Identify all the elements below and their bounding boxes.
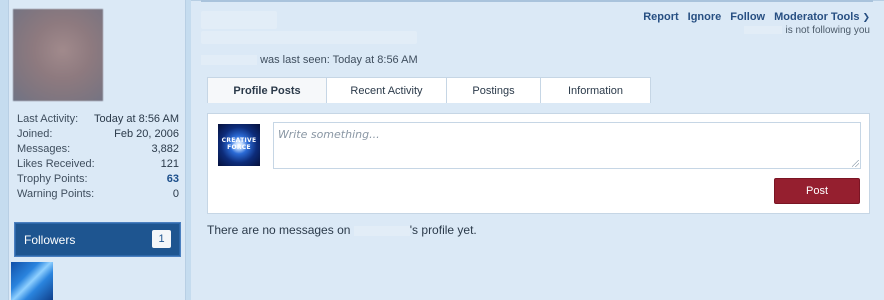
- follow-link[interactable]: Follow: [730, 11, 765, 23]
- trophy-points-link[interactable]: 63: [167, 172, 179, 187]
- moderator-tools-label: Moderator Tools: [774, 11, 860, 23]
- stat-joined: Joined: Feb 20, 2006: [17, 127, 179, 142]
- top-divider: [201, 0, 873, 2]
- user-actions: Report Ignore Follow Moderator Tools ❯: [643, 11, 870, 23]
- profile-post-placeholder: Write something...: [278, 128, 380, 141]
- tab-profile-posts[interactable]: Profile Posts: [207, 77, 327, 103]
- user-title-blurred: [201, 31, 417, 44]
- stat-label: Joined:: [17, 128, 53, 140]
- resize-grip-icon[interactable]: [852, 160, 859, 167]
- stat-label: Warning Points:: [17, 188, 95, 200]
- last-seen: was last seen: Today at 8:56 AM: [201, 54, 418, 66]
- profile-avatar[interactable]: [13, 9, 103, 101]
- stat-value: Feb 20, 2006: [114, 128, 179, 140]
- ignore-link[interactable]: Ignore: [688, 11, 722, 23]
- username-blurred: [201, 11, 277, 29]
- tab-information[interactable]: Information: [540, 77, 651, 103]
- stat-likes-received: Likes Received: 121: [17, 157, 179, 172]
- stat-value: Today at 8:56 AM: [94, 113, 179, 125]
- stat-label: Trophy Points:: [17, 173, 88, 185]
- stat-warning-points: Warning Points: 0: [17, 187, 179, 202]
- stat-last-activity: Last Activity: Today at 8:56 AM: [17, 112, 179, 127]
- profile-post-input[interactable]: Write something...: [273, 122, 861, 169]
- last-seen-text: was last seen:: [260, 54, 330, 66]
- follower-avatar[interactable]: [11, 262, 53, 300]
- profile-tabs: Profile Posts Recent Activity Postings I…: [207, 77, 651, 103]
- stat-label: Messages:: [17, 143, 71, 155]
- not-following-text: is not following you: [785, 25, 871, 36]
- stat-label: Last Activity:: [17, 113, 79, 125]
- avatar-logo-text: CREATIVE FORCE: [221, 137, 257, 151]
- report-link[interactable]: Report: [643, 11, 678, 23]
- chevron-down-icon: ❯: [862, 12, 870, 22]
- follow-status: is not following you: [743, 25, 871, 36]
- no-messages-notice: There are no messages on 's profile yet.: [207, 223, 477, 237]
- tab-recent-activity[interactable]: Recent Activity: [326, 77, 447, 103]
- profile-stats: Last Activity: Today at 8:56 AM Joined: …: [17, 112, 179, 202]
- tab-postings[interactable]: Postings: [446, 77, 541, 103]
- stat-value: 3,882: [151, 143, 179, 155]
- last-seen-time: Today at 8:56 AM: [332, 54, 418, 66]
- post-button[interactable]: Post: [774, 178, 860, 204]
- username-blurred: [743, 26, 782, 35]
- stat-messages: Messages: 3,882: [17, 142, 179, 157]
- username-blurred: [353, 225, 410, 236]
- stat-value: 0: [172, 188, 179, 200]
- followers-header[interactable]: Followers 1: [14, 222, 181, 257]
- profile-post-form: CREATIVE FORCE Write something... Post: [207, 113, 870, 214]
- stat-trophy-points: Trophy Points: 63: [17, 172, 179, 187]
- stat-value: 121: [160, 158, 179, 170]
- profile-sidebar: Last Activity: Today at 8:56 AM Joined: …: [8, 0, 186, 300]
- followers-count-badge: 1: [152, 230, 171, 248]
- followers-title: Followers: [24, 233, 76, 247]
- username-blurred: [201, 55, 257, 66]
- current-user-avatar[interactable]: CREATIVE FORCE: [218, 124, 260, 166]
- moderator-tools-menu[interactable]: Moderator Tools ❯: [774, 11, 870, 23]
- stat-label: Likes Received:: [17, 158, 95, 170]
